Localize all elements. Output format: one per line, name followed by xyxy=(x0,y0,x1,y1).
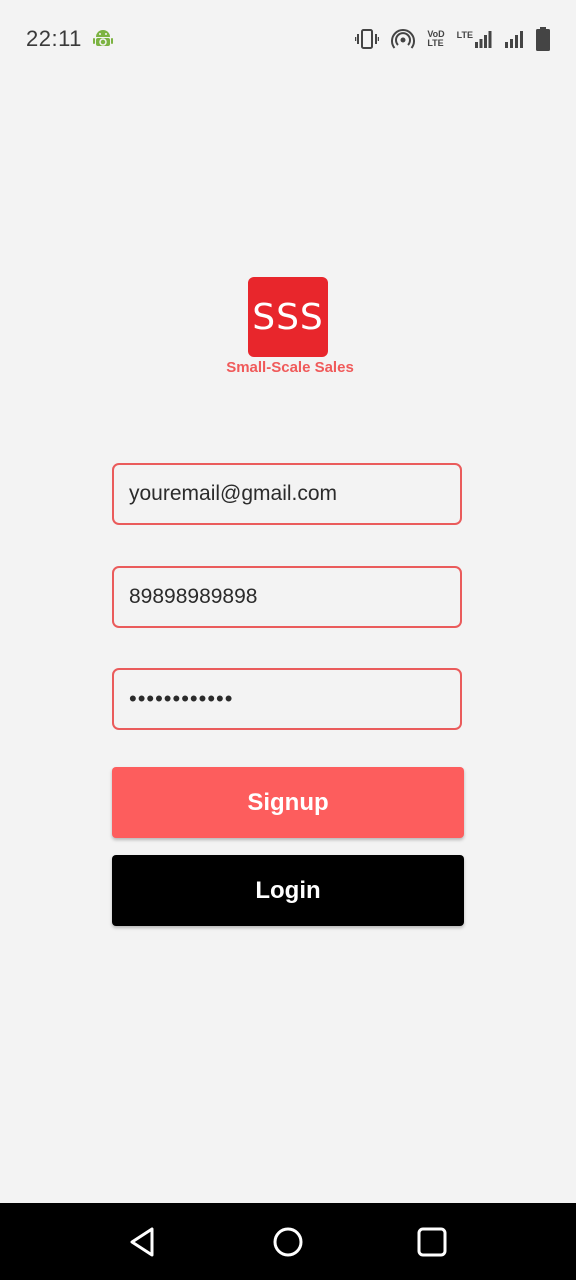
hotspot-icon xyxy=(391,28,416,50)
phone-value: 89898989898 xyxy=(129,585,258,608)
signup-label: Signup xyxy=(247,788,329,816)
volte-icon: VoD LTE xyxy=(427,29,445,48)
app-logo: SSS xyxy=(248,277,328,357)
app-name: Small-Scale Sales xyxy=(226,359,354,376)
password-field[interactable]: •••••••••••• xyxy=(112,668,462,730)
email-value: youremail@gmail.com xyxy=(129,482,338,505)
android-debug-icon xyxy=(92,28,114,50)
battery-icon xyxy=(536,27,550,51)
password-value: •••••••••••• xyxy=(129,686,234,711)
navigation-bar xyxy=(0,1203,576,1280)
logo-text: SSS xyxy=(252,296,324,338)
phone-field[interactable]: 89898989898 xyxy=(112,566,462,628)
lte-signal-icon: LTE xyxy=(457,30,492,48)
signup-button[interactable]: Signup xyxy=(112,767,464,838)
login-label: Login xyxy=(255,876,321,904)
email-field[interactable]: youremail@gmail.com xyxy=(112,463,462,525)
recents-icon[interactable] xyxy=(414,1224,450,1260)
back-icon[interactable] xyxy=(126,1224,162,1260)
login-button[interactable]: Login xyxy=(112,855,464,926)
home-icon[interactable] xyxy=(270,1224,306,1260)
status-bar: 22:11 VoD LTE LTE xyxy=(0,0,576,78)
status-icons: VoD LTE LTE xyxy=(355,26,550,52)
signup-screen: 22:11 VoD LTE LTE SSS Small-Scale Sales … xyxy=(0,0,576,1280)
signal-icon xyxy=(504,30,524,48)
vibrate-icon xyxy=(355,28,380,50)
status-time: 22:11 xyxy=(26,26,82,51)
